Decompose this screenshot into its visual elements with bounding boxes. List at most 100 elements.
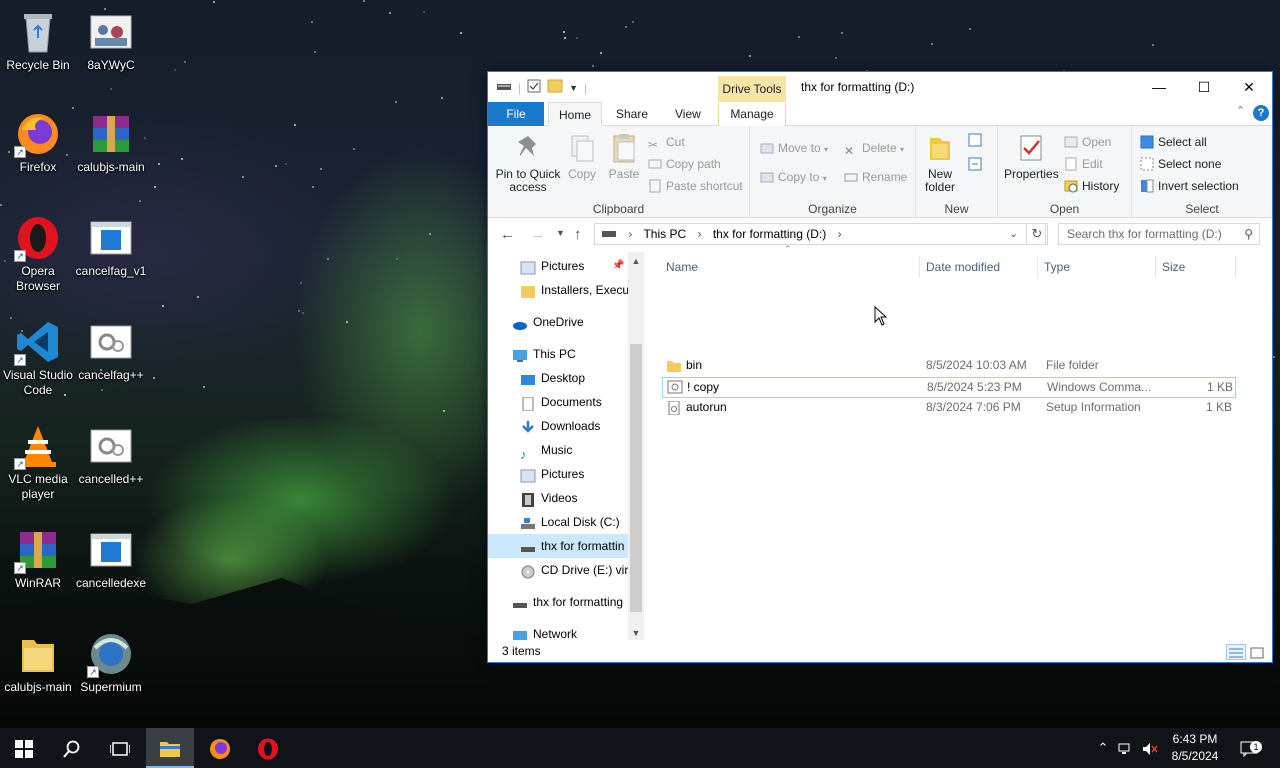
- forward-arrow-icon[interactable]: →: [530, 226, 545, 243]
- history-button[interactable]: History: [1064, 176, 1119, 196]
- copy-path-button[interactable]: Copy path: [648, 154, 721, 174]
- scrollbar-thumb[interactable]: [630, 344, 642, 612]
- help-icon[interactable]: ?: [1253, 105, 1269, 121]
- task-view-button[interactable]: [96, 728, 144, 768]
- address-dropdown-icon[interactable]: ⌄: [1009, 224, 1018, 244]
- desktop-icon-vlc[interactable]: ↗ VLC media player: [0, 422, 76, 502]
- easy-access-icon[interactable]: [966, 156, 988, 177]
- system-clock[interactable]: 6:43 PM 8/5/2024: [1166, 731, 1224, 765]
- show-hidden-icons-chevron-icon[interactable]: ⌃: [1094, 728, 1112, 768]
- desktop-icon-opera[interactable]: ↗ Opera Browser: [0, 214, 76, 294]
- copy-button[interactable]: Copy: [564, 132, 600, 181]
- scroll-up-icon[interactable]: ▲: [628, 256, 644, 266]
- desktop-icon-8aywyc[interactable]: 8aYWyC: [73, 8, 149, 73]
- properties-button[interactable]: Properties: [1004, 132, 1059, 181]
- desktop-icon-cancelled-pp[interactable]: cancelled++: [73, 422, 149, 487]
- nav-item-pictures[interactable]: Pictures: [520, 462, 628, 486]
- tab-view[interactable]: View: [665, 102, 711, 126]
- nav-item-videos[interactable]: Videos: [520, 486, 628, 510]
- desktop-icon-recycle-bin[interactable]: Recycle Bin: [0, 8, 76, 73]
- volume-muted-icon[interactable]: [1140, 728, 1160, 768]
- details-view-icon[interactable]: [1226, 644, 1246, 660]
- desktop-icon-calubjs-folder[interactable]: calubjs-main: [0, 630, 76, 695]
- nav-item-desktop[interactable]: Desktop: [520, 366, 628, 390]
- file-date: 8/5/2024 10:03 AM: [926, 358, 1027, 372]
- taskbar-firefox[interactable]: [196, 728, 244, 768]
- new-folder-qat-icon[interactable]: [547, 79, 563, 96]
- open-button[interactable]: Open: [1064, 132, 1111, 152]
- taskbar-opera[interactable]: [244, 728, 292, 768]
- file-row-bin[interactable]: bin 8/5/2024 10:03 AM File folder: [662, 356, 1236, 377]
- nav-item-drive-d-root[interactable]: thx for formatting: [512, 590, 628, 614]
- select-all-button[interactable]: Select all: [1140, 132, 1207, 152]
- nav-item-local-disk[interactable]: Local Disk (C:): [520, 510, 628, 534]
- column-header-type[interactable]: Type: [1038, 256, 1156, 278]
- copy-to-button[interactable]: Copy to ▾: [760, 167, 827, 187]
- desktop-icon-cancelfag-pp[interactable]: cancelfag++: [73, 318, 149, 383]
- search-button[interactable]: [48, 728, 96, 768]
- minimize-button[interactable]: —: [1136, 72, 1182, 102]
- scroll-down-icon[interactable]: ▼: [628, 628, 644, 638]
- recent-locations-dropdown-icon[interactable]: ▼: [556, 228, 565, 238]
- nav-item-onedrive[interactable]: OneDrive: [512, 310, 628, 334]
- desktop-icon-supermium[interactable]: ↗ Supermium: [73, 630, 149, 695]
- nav-item-documents[interactable]: Documents: [520, 390, 628, 414]
- paste-shortcut-button[interactable]: Paste shortcut: [648, 176, 743, 196]
- new-folder-button[interactable]: New folder: [920, 132, 960, 194]
- nav-item-this-pc[interactable]: This PC: [512, 342, 628, 366]
- large-icons-view-icon[interactable]: [1248, 644, 1268, 660]
- back-arrow-icon[interactable]: ←: [500, 226, 515, 243]
- properties-qat-icon[interactable]: [527, 79, 541, 96]
- up-arrow-icon[interactable]: ↑: [574, 226, 582, 243]
- nav-item-drive-d[interactable]: thx for formattin: [488, 534, 628, 558]
- nav-item-music[interactable]: ♪ Music: [520, 438, 628, 462]
- select-none-button[interactable]: Select none: [1140, 154, 1221, 174]
- clipboard-group: Pin to Quick access Copy Paste ✂ Cut Copy…: [488, 126, 750, 218]
- title-bar[interactable]: | ▼ | Drive Tools thx for formatting (D:…: [488, 72, 1272, 102]
- close-button[interactable]: ✕: [1226, 72, 1272, 102]
- column-header-size[interactable]: Size: [1156, 256, 1236, 278]
- nav-item-cd-drive[interactable]: CD Drive (E:) virt: [520, 558, 628, 582]
- desktop-icon-cancelledexe[interactable]: cancelledexe: [73, 526, 149, 591]
- desktop-icon-winrar[interactable]: ↗ WinRAR: [0, 526, 76, 591]
- breadcrumb-this-pc[interactable]: This PC: [643, 227, 686, 241]
- breadcrumb-drive[interactable]: thx for formatting (D:): [713, 227, 826, 241]
- desktop-icon-firefox[interactable]: ↗ Firefox: [0, 110, 76, 175]
- action-center-button[interactable]: 1: [1234, 728, 1264, 768]
- desktop-icon-calubjs-archive[interactable]: calubjs-main: [73, 110, 149, 175]
- start-button[interactable]: [0, 728, 48, 768]
- refresh-icon[interactable]: ↻: [1026, 223, 1048, 245]
- address-bar[interactable]: › This PC › thx for formatting (D:) › ⌄: [594, 223, 1046, 245]
- nav-item-pictures-pinned[interactable]: Pictures 📌: [520, 254, 628, 278]
- navigation-pane-scrollbar[interactable]: ▲ ▼: [628, 252, 644, 642]
- rename-button[interactable]: Rename: [844, 167, 907, 187]
- nav-item-network[interactable]: Network: [512, 622, 628, 642]
- nav-item-downloads[interactable]: Downloads: [520, 414, 628, 438]
- move-to-button[interactable]: Move to ▾: [760, 138, 828, 158]
- column-header-name[interactable]: Name: [660, 256, 920, 278]
- new-item-icon[interactable]: [966, 132, 988, 153]
- column-header-date-modified[interactable]: Date modified: [920, 256, 1038, 278]
- edit-button[interactable]: Edit: [1064, 154, 1103, 174]
- paste-button[interactable]: Paste: [604, 132, 644, 181]
- delete-button[interactable]: ✕ Delete ▾: [844, 138, 904, 158]
- desktop-icon-vscode[interactable]: ↗ Visual Studio Code: [0, 318, 76, 398]
- network-icon[interactable]: [1116, 728, 1136, 768]
- qat-dropdown-icon[interactable]: ▼: [569, 83, 578, 93]
- rename-label: Rename: [862, 170, 908, 184]
- search-input[interactable]: Search thx for formatting (D:) ⚲: [1058, 223, 1260, 245]
- tab-share[interactable]: Share: [606, 102, 658, 126]
- nav-item-installers[interactable]: Installers, Execut: [520, 278, 628, 302]
- tab-manage[interactable]: Manage: [718, 102, 786, 126]
- tab-file[interactable]: File: [488, 102, 544, 126]
- file-row-autorun[interactable]: autorun 8/3/2024 7:06 PM Setup Informati…: [662, 398, 1236, 419]
- taskbar-file-explorer[interactable]: [146, 728, 194, 768]
- cut-button[interactable]: ✂ Cut: [648, 132, 685, 152]
- maximize-button[interactable]: ☐: [1181, 72, 1227, 102]
- invert-selection-button[interactable]: Invert selection: [1140, 176, 1239, 196]
- tab-home[interactable]: Home: [548, 102, 603, 126]
- collapse-ribbon-icon[interactable]: ⌃: [1236, 104, 1245, 117]
- file-row-copy[interactable]: ! copy 8/5/2024 5:23 PM Windows Comma...…: [662, 377, 1236, 398]
- desktop-icon-cancelfag-v1[interactable]: cancelfag_v1: [73, 214, 149, 279]
- pin-quick-access-button[interactable]: Pin to Quick access: [494, 132, 562, 194]
